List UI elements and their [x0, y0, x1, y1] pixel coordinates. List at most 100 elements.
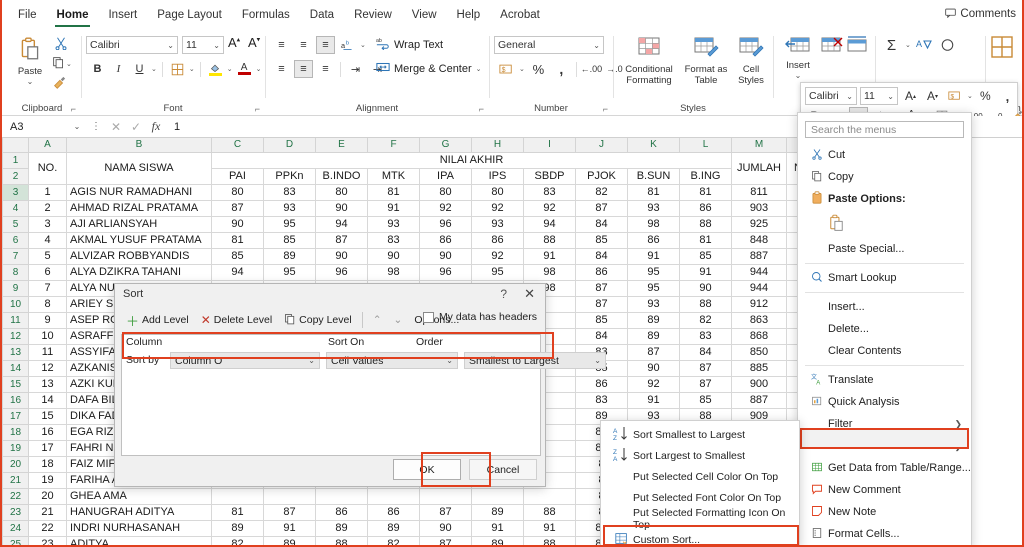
- data-cell-score[interactable]: 89: [264, 248, 316, 264]
- data-cell-score[interactable]: 87: [680, 360, 732, 376]
- ribbon-tab-help[interactable]: Help: [447, 5, 491, 25]
- comma-style-icon[interactable]: ,: [552, 60, 571, 78]
- data-cell-score[interactable]: 92: [472, 200, 524, 216]
- data-cell-score[interactable]: 80: [420, 184, 472, 200]
- data-cell-score[interactable]: 86: [472, 232, 524, 248]
- data-cell-score[interactable]: 93: [628, 296, 680, 312]
- data-cell-score[interactable]: 90: [212, 216, 264, 232]
- data-cell-jumlah[interactable]: 887: [732, 392, 787, 408]
- merge-center-button[interactable]: Merge & Center ⌄: [376, 60, 482, 77]
- ribbon-tab-data[interactable]: Data: [300, 5, 344, 25]
- data-cell-score[interactable]: 80: [212, 184, 264, 200]
- data-cell-no[interactable]: 15: [29, 408, 67, 424]
- data-cell-jumlah[interactable]: 925: [732, 216, 787, 232]
- mini-comma-icon[interactable]: ,: [998, 87, 1017, 105]
- data-cell-score[interactable]: 81: [680, 232, 732, 248]
- data-cell-score[interactable]: 92: [628, 376, 680, 392]
- confirm-icon[interactable]: ✓: [126, 120, 146, 134]
- orientation-icon[interactable]: ab: [338, 36, 357, 54]
- data-cell-score[interactable]: 88: [680, 296, 732, 312]
- column-header-b[interactable]: B: [67, 138, 212, 152]
- header-cell-subject[interactable]: IPS: [472, 168, 524, 184]
- data-cell-score[interactable]: 89: [264, 536, 316, 547]
- row-header-5[interactable]: 5: [3, 216, 29, 232]
- data-cell-no[interactable]: 18: [29, 456, 67, 472]
- find-select-icon[interactable]: [938, 36, 957, 54]
- menu-item-translate[interactable]: 文A Translate: [798, 369, 971, 391]
- data-cell-score[interactable]: 96: [420, 264, 472, 280]
- row-header-11[interactable]: 11: [3, 312, 29, 328]
- menu-item-copy[interactable]: Copy: [798, 166, 971, 188]
- font-dialog-launcher-icon[interactable]: ⌐: [255, 104, 260, 114]
- data-cell-score[interactable]: 89: [628, 312, 680, 328]
- underline-button[interactable]: U: [130, 60, 149, 78]
- data-cell-name[interactable]: AGIS NUR RAMADHANI: [67, 184, 212, 200]
- header-cell-no[interactable]: NO.: [29, 152, 67, 184]
- menu-item-cut[interactable]: Cut: [798, 144, 971, 166]
- row-header-21[interactable]: 21: [3, 472, 29, 488]
- data-cell-score[interactable]: 95: [264, 216, 316, 232]
- data-cell-score[interactable]: 86: [368, 504, 420, 520]
- format-as-table-button[interactable]: Format as Table: [682, 36, 730, 86]
- data-cell-score[interactable]: [524, 488, 576, 504]
- data-cell-score[interactable]: 91: [680, 264, 732, 280]
- data-cell-no[interactable]: 7: [29, 280, 67, 296]
- mini-accounting-chevron-down-icon[interactable]: ⌄: [967, 92, 973, 100]
- data-cell-score[interactable]: 88: [524, 504, 576, 520]
- ribbon-tab-formulas[interactable]: Formulas: [232, 5, 300, 25]
- borders-chevron-down-icon[interactable]: ⌄: [189, 65, 195, 73]
- data-cell-score[interactable]: 90: [368, 248, 420, 264]
- submenu-item-put-selected-cell-color-on-top[interactable]: Put Selected Cell Color On Top: [601, 466, 799, 487]
- cancel-button[interactable]: Cancel: [469, 459, 537, 480]
- row-header-18[interactable]: 18: [3, 424, 29, 440]
- ribbon-tab-acrobat[interactable]: Acrobat: [490, 5, 550, 25]
- data-cell-no[interactable]: 17: [29, 440, 67, 456]
- cell-styles-button[interactable]: Cell Styles: [732, 36, 770, 86]
- mini-percent-icon[interactable]: %: [976, 87, 995, 105]
- clipboard-dialog-launcher-icon[interactable]: ⌐: [71, 104, 76, 114]
- data-cell-score[interactable]: 87: [576, 200, 628, 216]
- data-cell-score[interactable]: 87: [576, 296, 628, 312]
- data-cell-score[interactable]: 82: [680, 312, 732, 328]
- number-dialog-launcher-icon[interactable]: ⌐: [603, 104, 608, 114]
- data-cell-score[interactable]: 95: [472, 264, 524, 280]
- submenu-item-put-selected-formatting-icon-on-top[interactable]: Put Selected Formatting Icon On Top: [601, 508, 799, 529]
- column-header-a[interactable]: A: [29, 138, 67, 152]
- data-cell-score[interactable]: 89: [212, 520, 264, 536]
- data-cell-jumlah[interactable]: 903: [732, 200, 787, 216]
- data-cell-score[interactable]: 85: [264, 232, 316, 248]
- header-cell-subject[interactable]: PAI: [212, 168, 264, 184]
- autosum-chevron-down-icon[interactable]: ⌄: [905, 41, 911, 49]
- data-cell-name[interactable]: ALVIZAR ROBBYANDIS: [67, 248, 212, 264]
- decrease-font-size-icon[interactable]: A▾: [248, 35, 260, 50]
- row-header-14[interactable]: 14: [3, 360, 29, 376]
- data-cell-score[interactable]: 86: [576, 376, 628, 392]
- insert-function-icon[interactable]: fx: [146, 119, 166, 134]
- menu-item-insert[interactable]: Insert...: [798, 296, 971, 318]
- data-cell-jumlah[interactable]: 885: [732, 360, 787, 376]
- header-cell-subject[interactable]: PPKn: [264, 168, 316, 184]
- header-cell-nilai-akhir[interactable]: NILAI AKHIR: [212, 152, 732, 168]
- percent-style-icon[interactable]: %: [529, 60, 548, 78]
- data-cell-name[interactable]: AKMAL YUSUF PRATAMA: [67, 232, 212, 248]
- bold-button[interactable]: B: [88, 60, 107, 78]
- data-cell-score[interactable]: 83: [524, 184, 576, 200]
- underline-chevron-down-icon[interactable]: ⌄: [151, 65, 157, 73]
- column-header-j[interactable]: J: [576, 138, 628, 152]
- data-cell-score[interactable]: 81: [628, 184, 680, 200]
- alignment-dialog-launcher-icon[interactable]: ⌐: [479, 104, 484, 114]
- data-cell-score[interactable]: 83: [576, 392, 628, 408]
- mini-font-family-combo[interactable]: Calibri⌄: [805, 87, 857, 105]
- data-cell-jumlah[interactable]: 811: [732, 184, 787, 200]
- data-cell-score[interactable]: 85: [680, 248, 732, 264]
- row-header-1[interactable]: 1: [3, 152, 29, 168]
- data-cell-name[interactable]: HANUGRAH ADITYA: [67, 504, 212, 520]
- copy-button[interactable]: ⌄: [52, 56, 72, 72]
- data-cell-score[interactable]: 87: [628, 344, 680, 360]
- data-cell-score[interactable]: 84: [576, 328, 628, 344]
- data-cell-score[interactable]: 87: [576, 280, 628, 296]
- submenu-item-put-selected-font-color-on-top[interactable]: Put Selected Font Color On Top: [601, 487, 799, 508]
- data-cell-score[interactable]: 82: [576, 184, 628, 200]
- row-header-25[interactable]: 25: [3, 536, 29, 547]
- row-header-24[interactable]: 24: [3, 520, 29, 536]
